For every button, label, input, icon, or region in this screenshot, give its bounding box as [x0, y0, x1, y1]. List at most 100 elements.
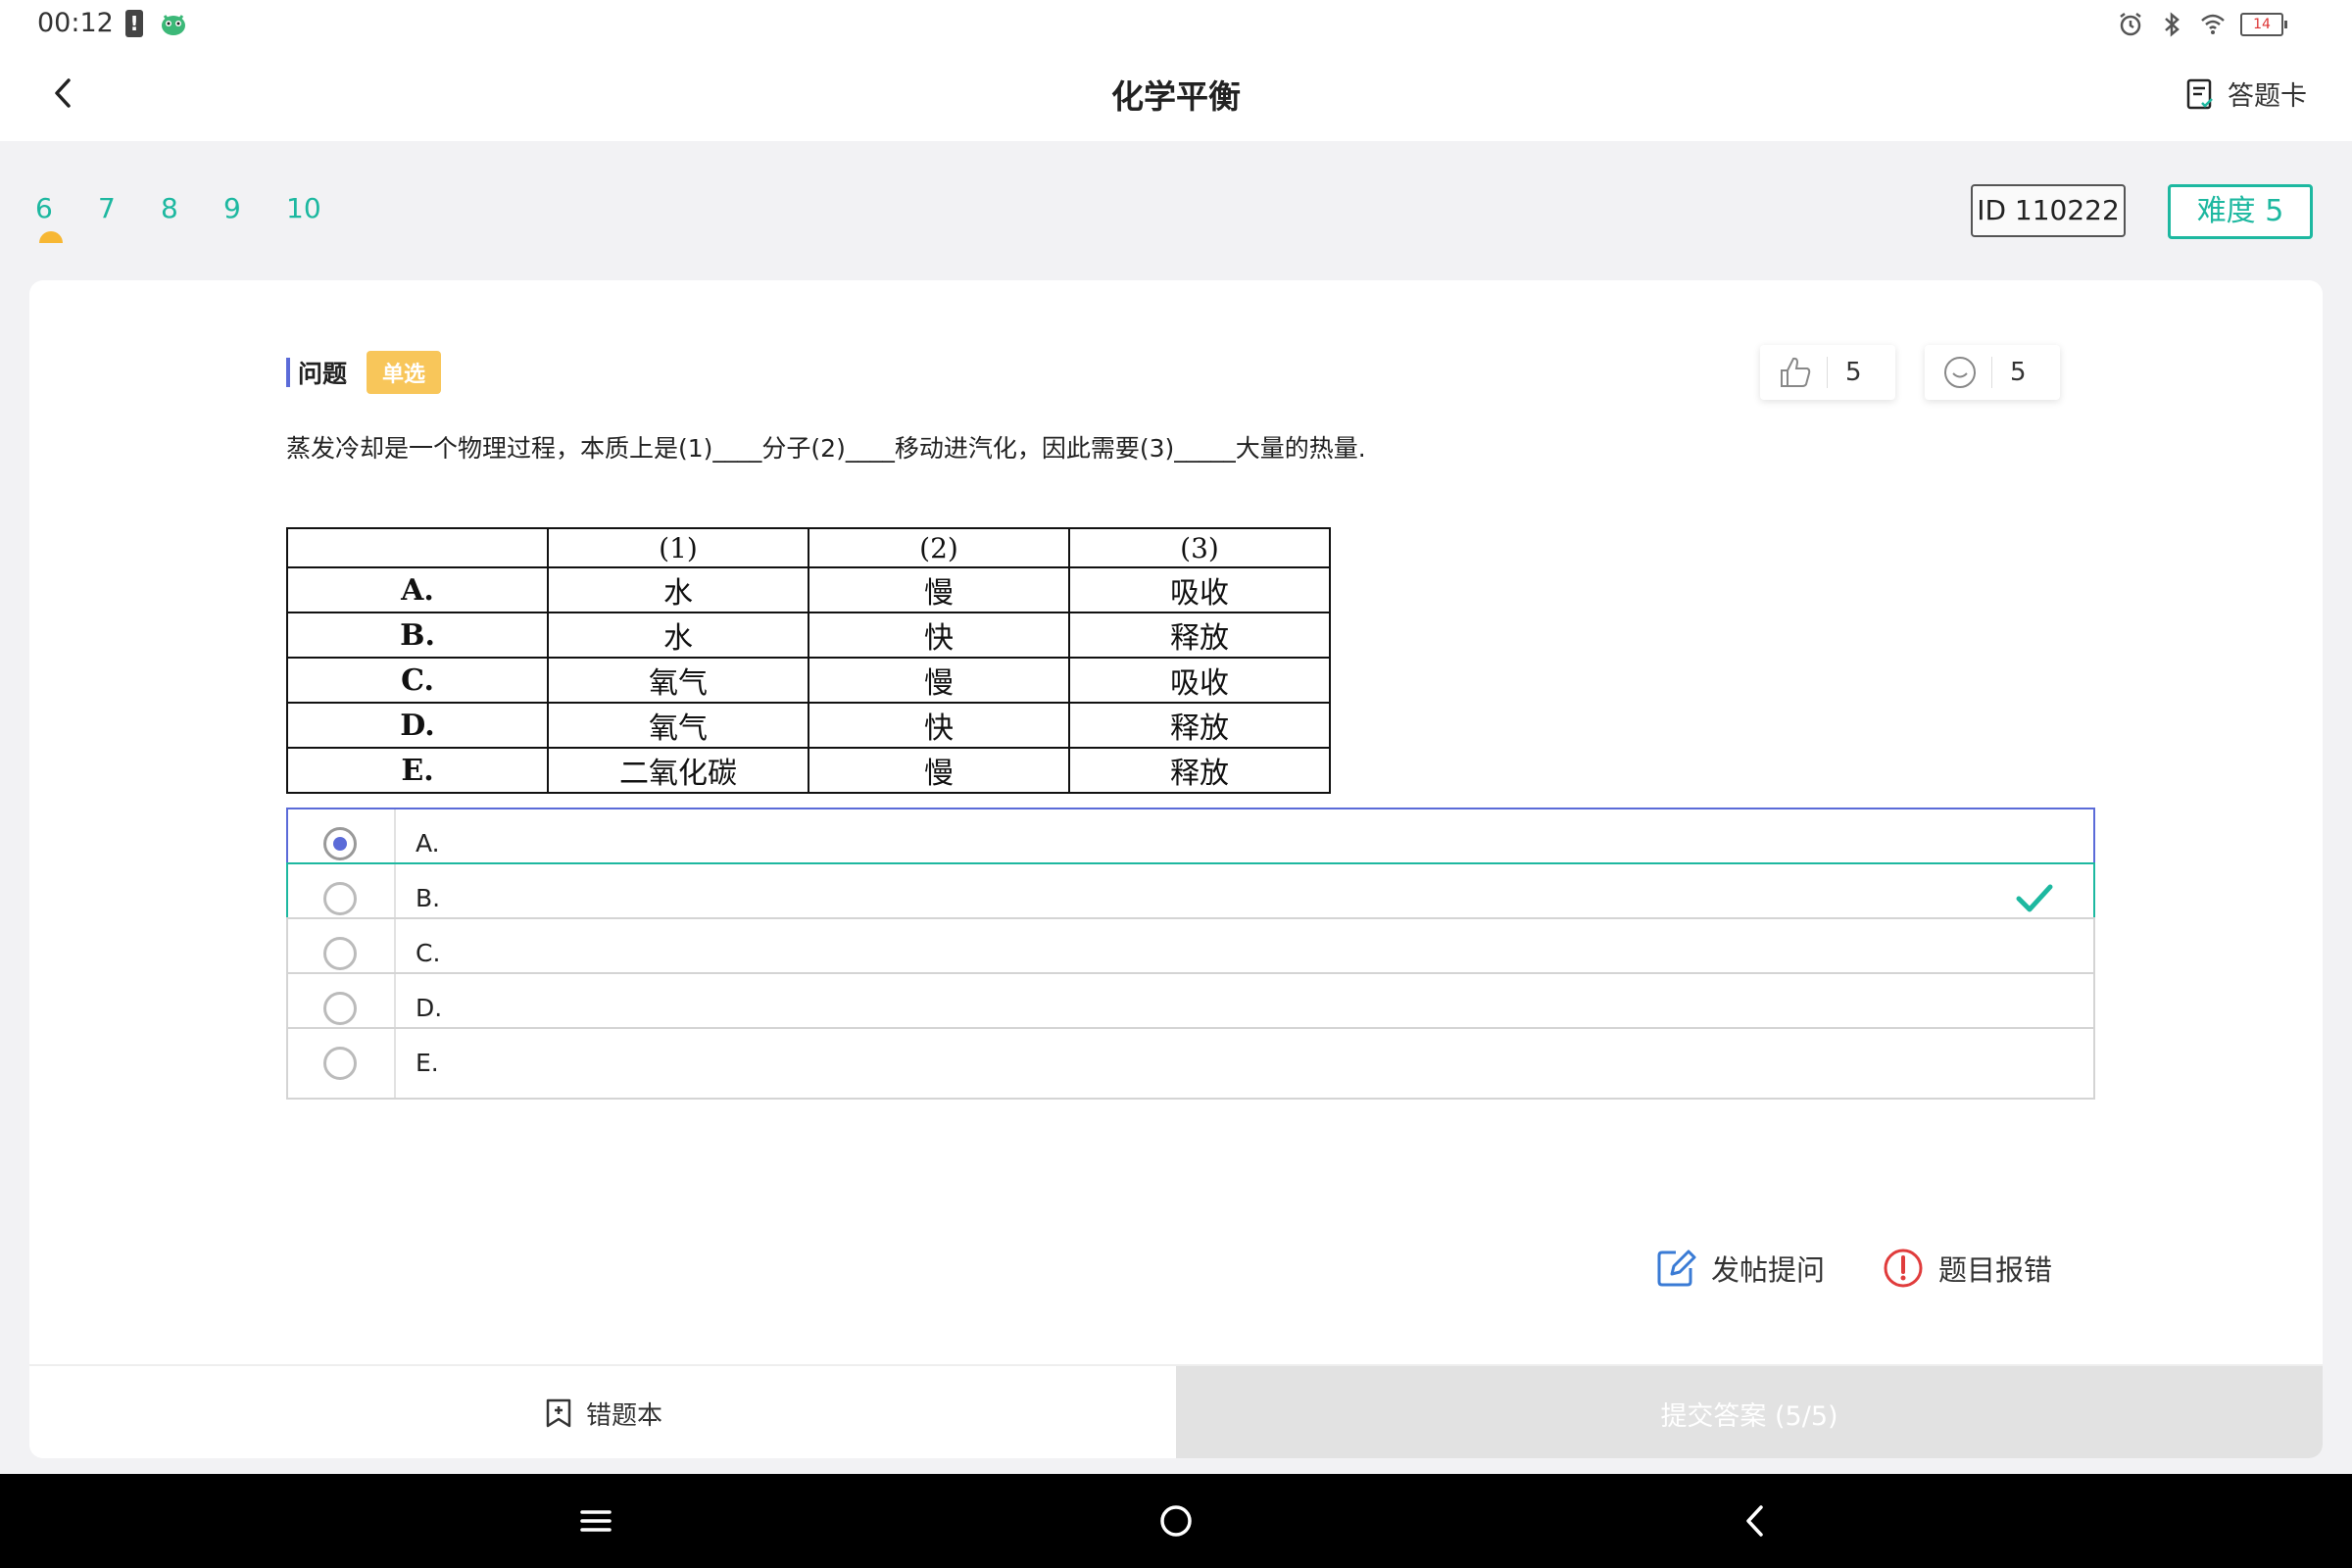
- question-tab-label: 6: [35, 192, 53, 224]
- option-label: E.: [416, 1049, 439, 1077]
- option-label: C.: [416, 939, 441, 967]
- radio-button[interactable]: [323, 937, 357, 970]
- table-header-row: (1) (2) (3): [286, 527, 1331, 568]
- table-cell: A.: [286, 566, 549, 613]
- report-error-label: 题目报错: [1938, 1253, 2053, 1287]
- table-cell: 释放: [1068, 702, 1331, 749]
- answer-table: (1) (2) (3) A. 水 慢 吸收 B. 水 快 释放 C. 氧气 慢 …: [286, 527, 1331, 794]
- status-icons: 14: [2117, 8, 2287, 41]
- table-row: A. 水 慢 吸收: [286, 566, 1331, 613]
- difficulty-badge: 难度 5: [2168, 184, 2313, 239]
- question-tab-label: 8: [161, 192, 178, 224]
- bookmark-add-icon: [546, 1398, 571, 1428]
- question-label: 问题: [298, 360, 348, 388]
- table-header-cell: (1): [547, 527, 809, 568]
- table-cell: 慢: [808, 566, 1070, 613]
- table-cell: 吸收: [1068, 657, 1331, 704]
- smile-count: 5: [2010, 358, 2027, 387]
- question-tab-8[interactable]: 8: [161, 192, 223, 224]
- bluetooth-icon: [2165, 12, 2180, 37]
- smile-button[interactable]: 5: [1925, 345, 2060, 400]
- question-tab-label: 10: [286, 192, 321, 224]
- active-tab-indicator: [39, 231, 63, 243]
- table-cell: B.: [286, 612, 549, 659]
- table-cell: 释放: [1068, 612, 1331, 659]
- radio-button[interactable]: [323, 882, 357, 915]
- question-tabs: 6 7 8 9 10: [35, 192, 349, 243]
- table-row: E. 二氧化碳 慢 释放: [286, 747, 1331, 794]
- question-type-badge: 单选: [367, 351, 442, 394]
- radio-button-selected[interactable]: [323, 827, 357, 860]
- thumbs-up-icon: [1781, 357, 1811, 387]
- question-tab-label: 9: [223, 192, 241, 224]
- battery-icon: 14: [2240, 13, 2287, 36]
- app-icon: [162, 15, 185, 35]
- mistake-book-button[interactable]: 错题本: [29, 1366, 1176, 1458]
- table-header-cell: (2): [808, 527, 1070, 568]
- home-icon[interactable]: [1152, 1497, 1200, 1544]
- question-heading: 问题 单选: [286, 351, 442, 394]
- status-time: 00:12: [37, 8, 114, 38]
- option-label: A.: [416, 829, 440, 858]
- table-cell: 二氧化碳: [547, 747, 809, 794]
- table-cell: 吸收: [1068, 566, 1331, 613]
- question-tab-10[interactable]: 10: [286, 192, 349, 224]
- answer-card-label: 答题卡: [2228, 81, 2307, 112]
- like-button[interactable]: 5: [1760, 345, 1895, 400]
- question-tab-9[interactable]: 9: [223, 192, 286, 224]
- table-row: B. 水 快 释放: [286, 612, 1331, 659]
- table-cell: D.: [286, 702, 549, 749]
- question-card: 问题 单选 5 5 蒸发冷却是一个物理过程，本质上是(1)____分子(2)__…: [29, 280, 2323, 1458]
- bottom-action-bar: 错题本 提交答案 (5/5): [29, 1364, 2323, 1458]
- post-question-button[interactable]: 发帖提问: [1654, 1247, 1825, 1290]
- table-cell: 慢: [808, 657, 1070, 704]
- question-tab-7[interactable]: 7: [98, 192, 161, 224]
- submit-answer-button[interactable]: 提交答案 (5/5): [1176, 1366, 2323, 1458]
- table-cell: 水: [547, 566, 809, 613]
- edit-icon: [1657, 1250, 1696, 1287]
- table-cell: E.: [286, 747, 549, 794]
- status-bar: 00:12 ! 14: [0, 0, 2352, 49]
- question-tab-label: 7: [98, 192, 116, 224]
- question-id-badge: ID 110222: [1971, 184, 2126, 237]
- report-error-button[interactable]: 题目报错: [1882, 1247, 2052, 1290]
- table-header-cell: [286, 527, 549, 568]
- option-label: B.: [416, 884, 441, 912]
- system-nav-bar: [0, 1474, 2352, 1568]
- battery-alert-icon: !: [125, 10, 143, 37]
- mistake-book-label: 错题本: [585, 1400, 662, 1431]
- alarm-icon: [2120, 13, 2141, 36]
- radio-button[interactable]: [323, 1047, 357, 1080]
- table-cell: 快: [808, 612, 1070, 659]
- app-header: 化学平衡 答题卡: [0, 49, 2352, 141]
- option-e[interactable]: E.: [286, 1027, 2095, 1100]
- option-label: D.: [416, 994, 443, 1022]
- question-text: 蒸发冷却是一个物理过程，本质上是(1)____分子(2)____移动进汽化，因此…: [286, 434, 1366, 463]
- stat-divider: [1991, 357, 1992, 388]
- table-cell: 慢: [808, 747, 1070, 794]
- table-cell: 氧气: [547, 702, 809, 749]
- table-cell: C.: [286, 657, 549, 704]
- table-row: D. 氧气 快 释放: [286, 702, 1331, 749]
- table-cell: 释放: [1068, 747, 1331, 794]
- table-header-cell: (3): [1068, 527, 1331, 568]
- back-nav-icon[interactable]: [1733, 1497, 1780, 1544]
- table-cell: 水: [547, 612, 809, 659]
- post-question-label: 发帖提问: [1711, 1253, 1826, 1287]
- stat-divider: [1827, 357, 1828, 388]
- answer-sheet-icon: [2186, 78, 2213, 109]
- alert-circle-icon: [1884, 1249, 1923, 1288]
- radio-button[interactable]: [323, 992, 357, 1025]
- heading-accent-bar: [286, 358, 290, 387]
- answer-card-button[interactable]: 答题卡: [2182, 74, 2307, 113]
- menu-icon[interactable]: [572, 1497, 619, 1544]
- like-count: 5: [1845, 358, 1862, 387]
- correct-check-icon: [2016, 884, 2053, 912]
- table-cell: 快: [808, 702, 1070, 749]
- table-row: C. 氧气 慢 吸收: [286, 657, 1331, 704]
- smile-icon: [1944, 357, 1976, 388]
- wifi-icon: [2201, 14, 2225, 34]
- table-cell: 氧气: [547, 657, 809, 704]
- question-tab-6[interactable]: 6: [35, 192, 98, 243]
- page-title: 化学平衡: [1111, 77, 1241, 116]
